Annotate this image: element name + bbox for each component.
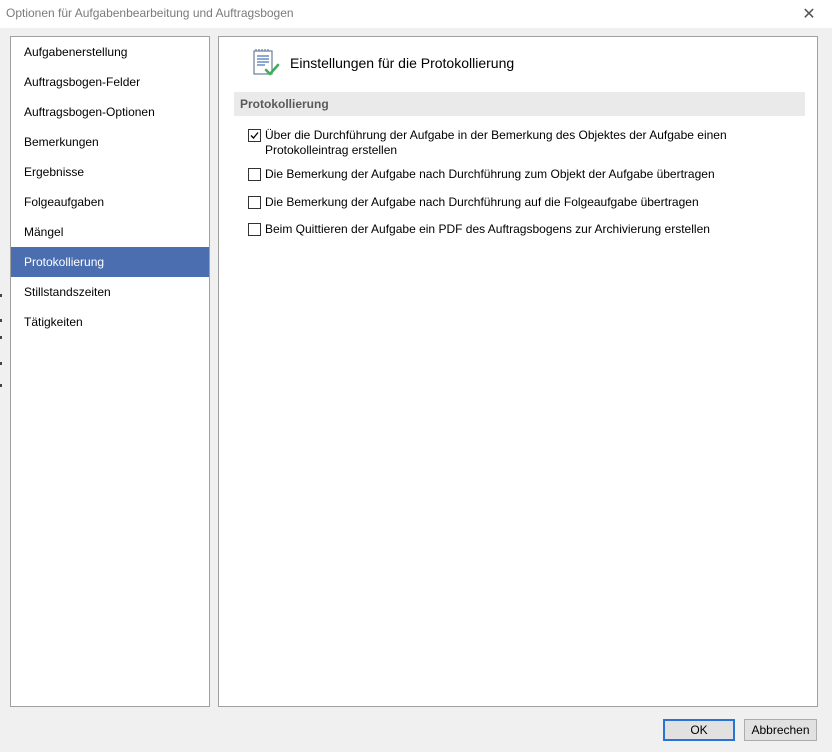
option-protokolleintrag[interactable]: Über die Durchführung der Aufgabe in der… bbox=[248, 128, 788, 158]
option-bemerkung-folgeaufgabe[interactable]: Die Bemerkung der Aufgabe nach Durchführ… bbox=[248, 195, 788, 210]
option-pdf-archivierung[interactable]: Beim Quittieren der Aufgabe ein PDF des … bbox=[248, 222, 788, 237]
checkbox-checked[interactable] bbox=[248, 129, 261, 142]
sidebar-item-label: Auftragsbogen-Felder bbox=[24, 75, 141, 89]
edge-mark bbox=[0, 319, 2, 322]
checklist-document-icon bbox=[249, 47, 281, 79]
checkbox[interactable] bbox=[248, 223, 261, 236]
sidebar-item-aufgabenerstellung[interactable]: Aufgabenerstellung bbox=[11, 37, 209, 67]
cancel-button[interactable]: Abbrechen bbox=[744, 719, 817, 741]
sidebar-item-taetigkeiten[interactable]: Tätigkeiten bbox=[11, 307, 209, 337]
edge-mark bbox=[0, 336, 2, 339]
sidebar-item-label: Mängel bbox=[24, 225, 64, 239]
sidebar-item-ergebnisse[interactable]: Ergebnisse bbox=[11, 157, 209, 187]
ok-button[interactable]: OK bbox=[663, 719, 735, 741]
checkbox[interactable] bbox=[248, 168, 261, 181]
sidebar-item-label: Tätigkeiten bbox=[24, 315, 83, 329]
checkmark-icon bbox=[250, 132, 259, 139]
close-button[interactable]: ✕ bbox=[786, 0, 832, 28]
sidebar-item-label: Stillstandszeiten bbox=[24, 285, 111, 299]
settings-panel: Einstellungen für die Protokollierung Pr… bbox=[218, 36, 818, 707]
edge-mark bbox=[0, 362, 2, 365]
edge-mark bbox=[0, 384, 2, 387]
section-header: Protokollierung bbox=[234, 92, 805, 116]
option-label-line: Über die Durchführung der Aufgabe in der… bbox=[265, 128, 727, 142]
sidebar-item-label: Ergebnisse bbox=[24, 165, 85, 179]
edge-mark bbox=[0, 294, 2, 297]
close-icon: ✕ bbox=[802, 6, 816, 23]
sidebar-item-bemerkungen[interactable]: Bemerkungen bbox=[11, 127, 209, 157]
sidebar-item-folgeaufgaben[interactable]: Folgeaufgaben bbox=[11, 187, 209, 217]
section-title: Protokollierung bbox=[240, 97, 329, 111]
sidebar-item-label: Folgeaufgaben bbox=[24, 195, 105, 209]
option-label: Über die Durchführung der Aufgabe in der… bbox=[265, 128, 727, 158]
sidebar-item-auftragsbogen-felder[interactable]: Auftragsbogen-Felder bbox=[11, 67, 209, 97]
sidebar-item-label: Protokollierung bbox=[24, 255, 105, 269]
option-label-line: Protokolleintrag erstellen bbox=[265, 143, 398, 157]
category-list: Aufgabenerstellung Auftragsbogen-Felder … bbox=[10, 36, 210, 707]
option-label: Die Bemerkung der Aufgabe nach Durchführ… bbox=[265, 167, 715, 181]
sidebar-item-label: Auftragsbogen-Optionen bbox=[24, 105, 155, 119]
option-label: Die Bemerkung der Aufgabe nach Durchführ… bbox=[265, 195, 699, 209]
sidebar-item-stillstandszeiten[interactable]: Stillstandszeiten bbox=[11, 277, 209, 307]
page-title: Einstellungen für die Protokollierung bbox=[290, 55, 515, 71]
sidebar-item-maengel[interactable]: Mängel bbox=[11, 217, 209, 247]
option-bemerkung-objekt[interactable]: Die Bemerkung der Aufgabe nach Durchführ… bbox=[248, 167, 788, 182]
window-title: Optionen für Aufgabenbearbeitung und Auf… bbox=[6, 6, 294, 20]
title-bar: Optionen für Aufgabenbearbeitung und Auf… bbox=[0, 0, 832, 28]
sidebar-item-label: Bemerkungen bbox=[24, 135, 99, 149]
checkbox[interactable] bbox=[248, 196, 261, 209]
sidebar-item-label: Aufgabenerstellung bbox=[24, 45, 128, 59]
sidebar-item-auftragsbogen-optionen[interactable]: Auftragsbogen-Optionen bbox=[11, 97, 209, 127]
sidebar-item-protokollierung[interactable]: Protokollierung bbox=[11, 247, 209, 277]
option-label: Beim Quittieren der Aufgabe ein PDF des … bbox=[265, 222, 710, 236]
